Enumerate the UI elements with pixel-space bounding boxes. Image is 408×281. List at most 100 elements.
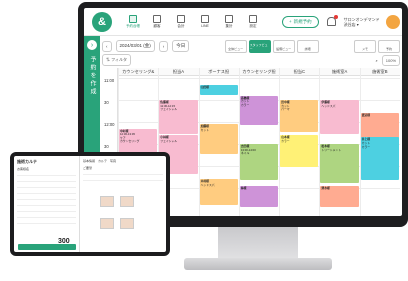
form-row [17, 195, 76, 200]
appointment-card[interactable]: 田中様 カット パーマ [280, 100, 319, 132]
form-row [83, 176, 163, 181]
appointment-card[interactable]: 木村様 ヘッドスパ [199, 179, 238, 205]
column-header: ボーナス担 [198, 68, 239, 76]
column-header: 施術室B [359, 68, 400, 76]
app-logo: & [92, 11, 112, 32]
filter-button[interactable]: ⇅ フィルタ [102, 54, 132, 66]
time-label: 11:00 [104, 78, 115, 83]
appointment-card[interactable]: 清水様 [320, 185, 359, 207]
nav-item-billing[interactable]: 会計 [170, 14, 192, 29]
form-row [17, 201, 76, 206]
bell-icon[interactable] [326, 15, 338, 26]
appointment-card[interactable]: 渡辺様 [360, 113, 399, 139]
row-divider [118, 78, 400, 79]
appointment-detail: トリートメント [321, 147, 342, 152]
save-button[interactable] [18, 244, 76, 250]
appointment-card[interactable]: 山本様 カラー [280, 135, 319, 168]
appointment-detail: カット [200, 127, 209, 132]
monitor-stand-base [184, 258, 332, 270]
chat-icon [201, 14, 209, 23]
view-staff-button[interactable]: スタッフビュー [248, 39, 271, 53]
form-row [83, 170, 163, 175]
chevron-right-icon[interactable]: › [87, 40, 97, 50]
appointment-detail: ヘッドスパ [321, 103, 336, 108]
appointment-card[interactable]: 吉田様 13:00-14:00 ネイル [239, 144, 279, 181]
filter-bar: ⇅ フィルタ ⌕ 100% [102, 54, 400, 66]
appointment-card[interactable]: 松本様 トリートメント [320, 144, 359, 183]
register-icon [177, 14, 185, 23]
photo-thumbnail[interactable] [100, 218, 114, 229]
tablet-right-pane: 基本情報 カルテ 写真 ご要望 [80, 156, 166, 252]
appointment-card[interactable]: 加藤様 カット [199, 124, 238, 154]
appointment-detail: カラー [240, 102, 250, 107]
photo-thumbnail[interactable] [120, 218, 134, 229]
time-label: 30 [104, 144, 109, 149]
appointment-detail: カウンセリング [120, 139, 140, 144]
appointment-detail: パーマ [281, 107, 290, 112]
nav-item-reservations[interactable]: 予約台帳 [122, 14, 144, 29]
notification-badge [333, 15, 338, 19]
nav-item-customers[interactable]: 顧客 [146, 14, 168, 29]
next-day-button[interactable]: › [158, 40, 169, 52]
column-header: 施術室A [319, 68, 360, 76]
tab-chart[interactable]: カルテ [98, 159, 107, 163]
appointment-card[interactable]: 佐藤様 11:30-12:15 フェイシャル [159, 100, 198, 135]
appointment-title: 清水様 [321, 185, 330, 190]
appointment-card[interactable]: 山田様 [199, 84, 238, 95]
form-row [17, 207, 76, 212]
tablet-title: 施術カルテ [17, 159, 37, 164]
tablet-screen: 施術カルテ お客様名 300 基本情報 カルテ 写真 ご要望 [14, 156, 166, 252]
appointment-card[interactable]: 林様 [239, 185, 279, 207]
form-row [17, 219, 76, 224]
date-toolbar: ‹ 2024/03/01 (金) › 今日 全体ビュー スタッフビュー 設備ビュ… [102, 38, 400, 54]
appointment-title: 山田様 [200, 84, 209, 89]
bar-chart-icon [225, 14, 233, 23]
create-reservation-label[interactable]: 予約を作成 [88, 56, 97, 96]
tablet-tabs: 基本情報 カルテ 写真 [83, 159, 163, 163]
tablet-device: 施術カルテ お客様名 300 基本情報 カルテ 写真 ご要望 [10, 152, 170, 256]
form-row [17, 189, 76, 194]
memo-button[interactable]: メモ [354, 39, 376, 53]
appointment-detail: ネイル [240, 151, 250, 156]
appointment-card[interactable]: 伊藤様 ヘッドスパ [320, 100, 359, 135]
main-nav: 予約台帳 顧客 会計 LINE 集計 設定 [122, 14, 264, 29]
appointment-title: 渡辺様 [361, 113, 371, 118]
form-row [17, 177, 76, 182]
nav-item-settings[interactable]: 設定 [242, 14, 264, 29]
appointment-card[interactable]: 井上様 カット カラー [360, 137, 399, 181]
photo-thumbnail[interactable] [100, 196, 114, 207]
photo-thumbnail[interactable] [120, 196, 134, 207]
avatar[interactable] [385, 14, 400, 29]
shop-selector[interactable]: サロンオンデマンド 渋谷店 ▾ [344, 17, 380, 27]
top-navigation-bar: & 予約台帳 顧客 会計 LINE 集計 設定 + 新規予約 サロンオンデマンド渋… [84, 8, 402, 36]
reserve-button[interactable]: 予約 [378, 39, 400, 53]
search-icon[interactable]: ⌕ [376, 58, 378, 63]
column-header: 担当C [279, 68, 320, 76]
view-equipment-button[interactable]: 設備ビュー [272, 39, 295, 53]
person-icon [153, 14, 161, 23]
view-all-button[interactable]: 全体ビュー [224, 39, 247, 53]
date-picker[interactable]: 2024/03/01 (金) [115, 40, 155, 52]
appointment-title: 林様 [240, 185, 247, 190]
appointment-detail: カラー [361, 144, 371, 149]
gear-icon [249, 14, 257, 23]
appointment-card[interactable]: 高橋様 カット カラー [239, 95, 279, 126]
view-switcher: 全体ビュー スタッフビュー 設備ビュー 詳細 [224, 39, 319, 53]
tab-photos[interactable]: 写真 [110, 159, 116, 163]
nav-item-stats[interactable]: 集計 [218, 14, 240, 29]
appointment-detail: フェイシャル [160, 107, 178, 112]
today-button[interactable]: 今日 [172, 40, 190, 52]
appointment-detail: ヘッドスパ [200, 182, 215, 187]
column-header: カウンセリング担 [238, 68, 280, 76]
form-row [17, 213, 76, 218]
time-label: 12:00 [104, 122, 115, 127]
form-row [17, 183, 76, 188]
new-reservation-button[interactable]: + 新規予約 [282, 15, 319, 28]
view-detail-button[interactable]: 詳細 [296, 39, 319, 53]
zoom-level[interactable]: 100% [381, 54, 400, 66]
time-label: 30 [104, 100, 109, 105]
column-header: 担当A [158, 68, 199, 76]
nav-item-line[interactable]: LINE [194, 14, 216, 29]
prev-day-button[interactable]: ‹ [102, 40, 112, 52]
tab-basic[interactable]: 基本情報 [83, 159, 95, 163]
